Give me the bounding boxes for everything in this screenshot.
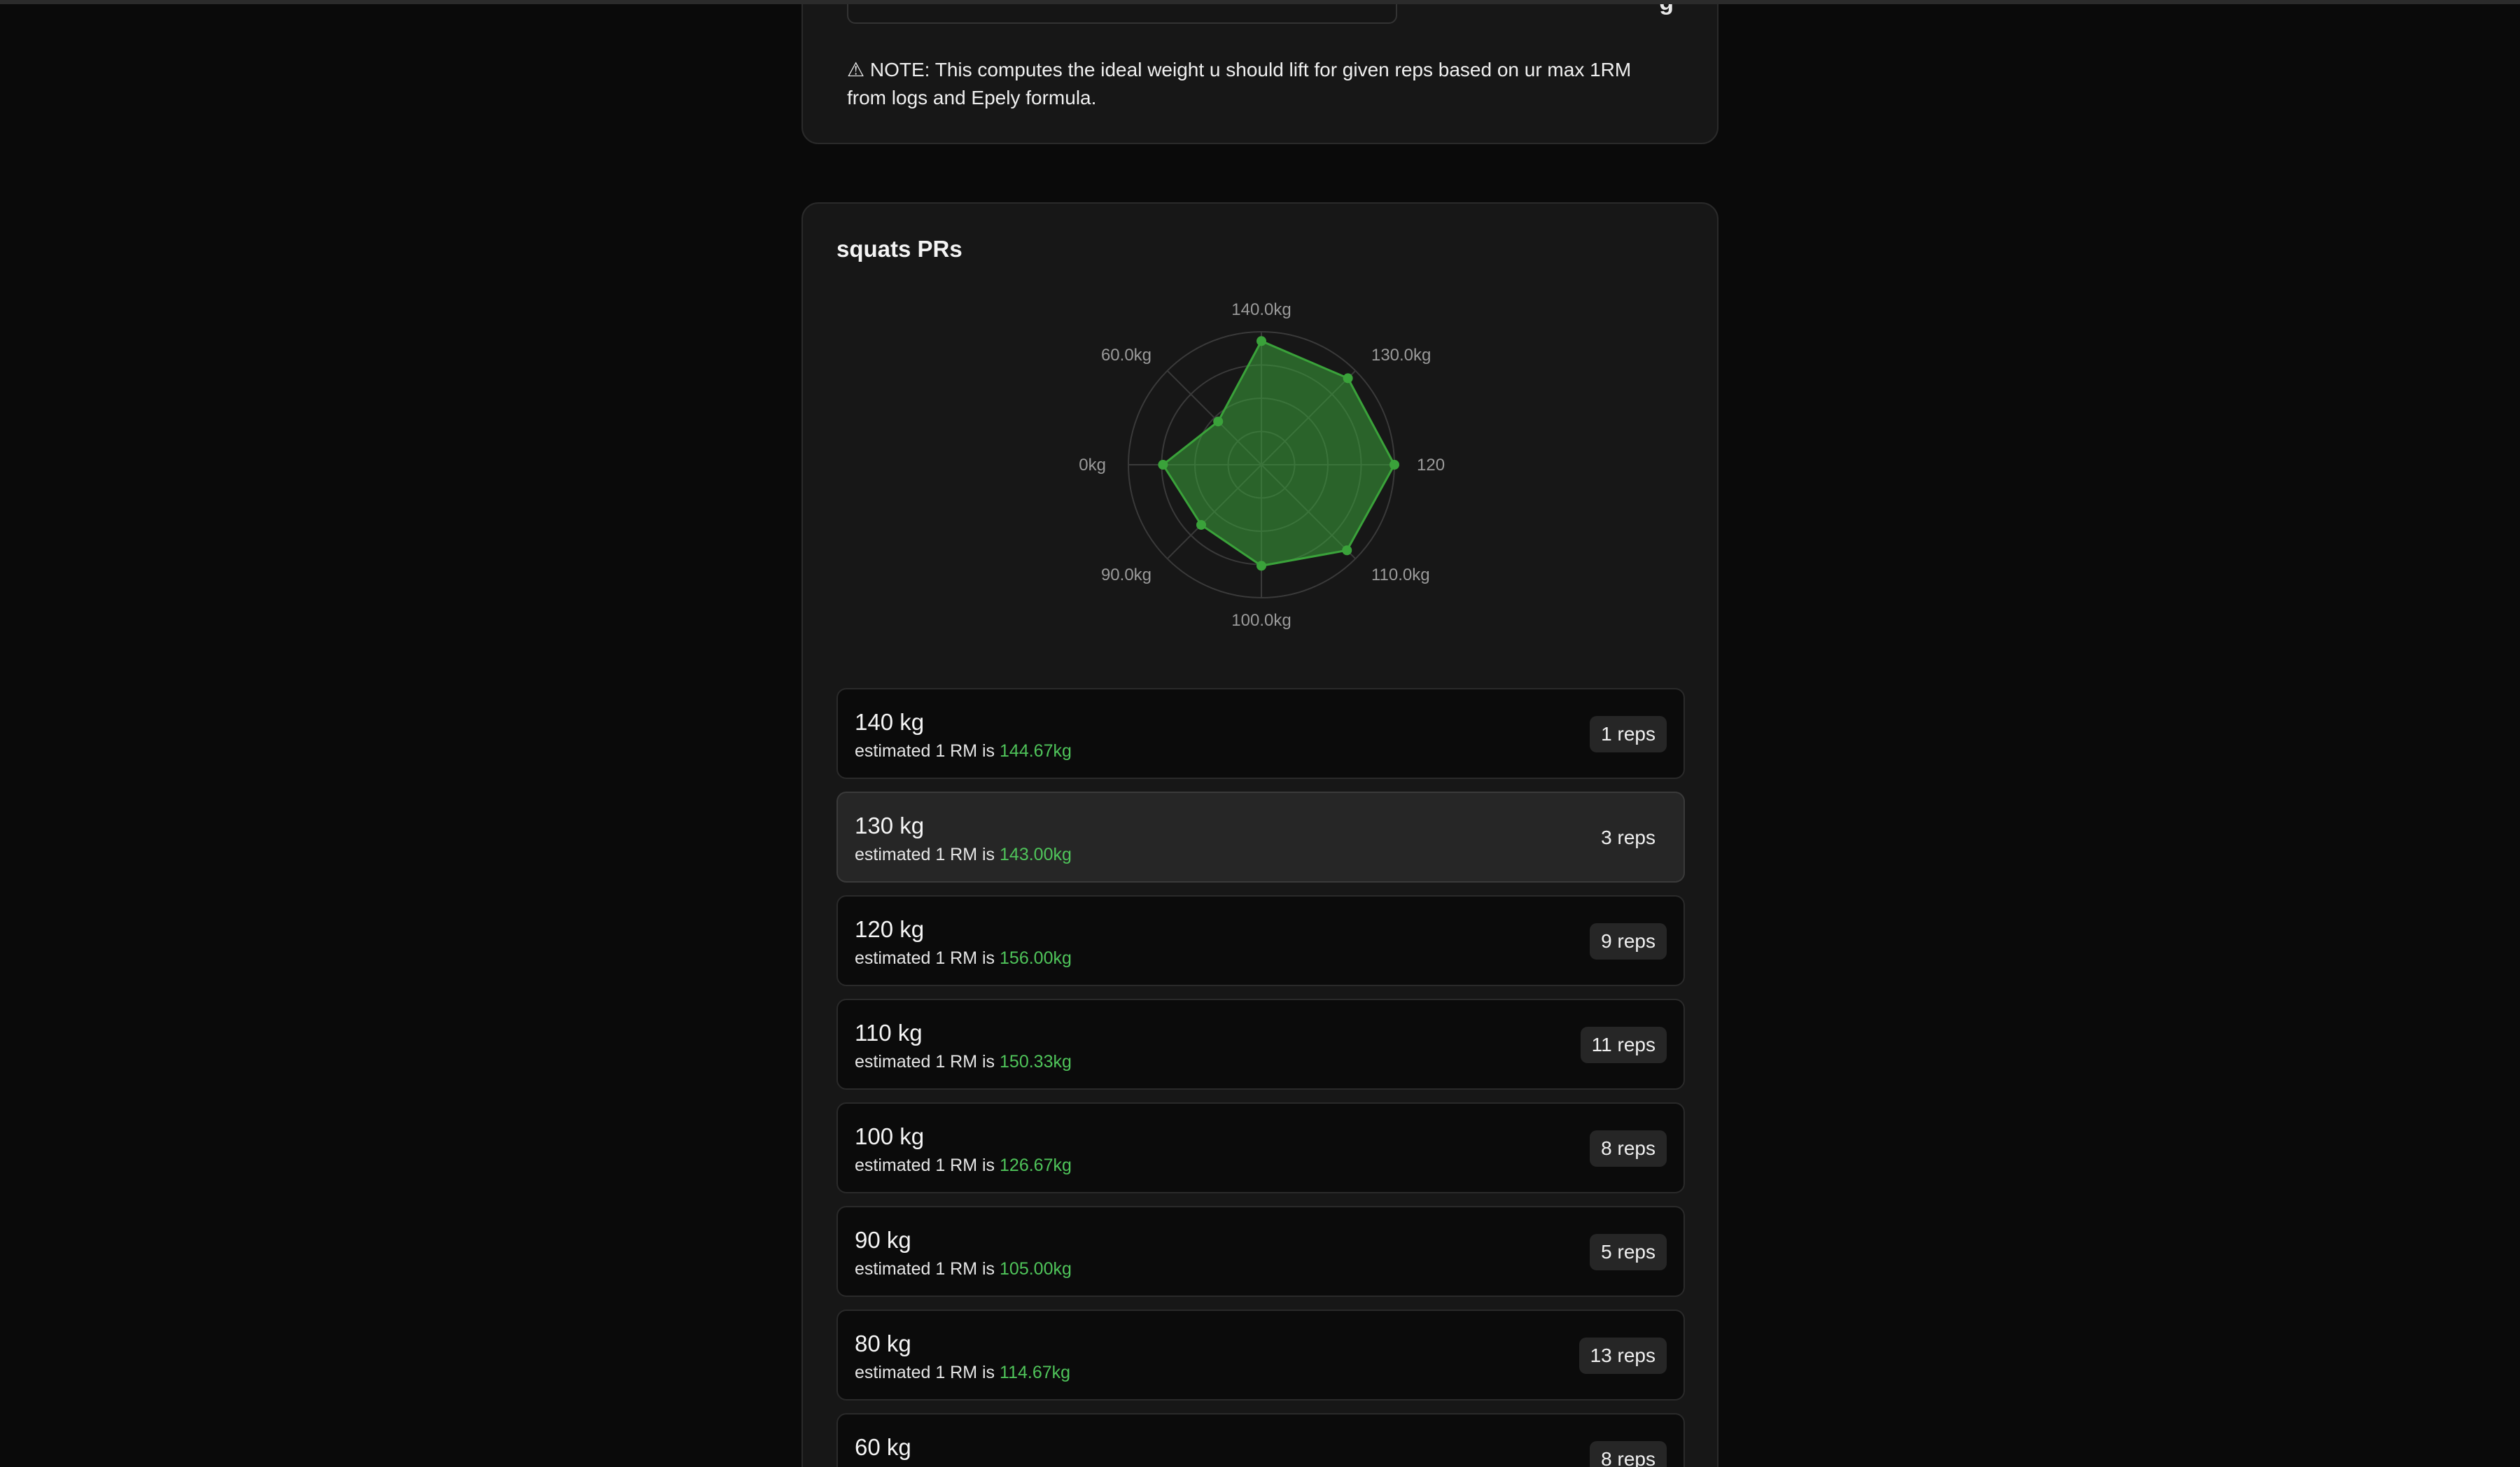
- pr-card: squats PRs 140.0kg 130.0kg 120 110.0kg 100.0…: [802, 202, 1718, 1467]
- pr-estimate: estimated 1 RM is 156.00kg: [855, 948, 1072, 969]
- radar-point[interactable]: [1213, 416, 1224, 427]
- pr-estimate-value: 150.33kg: [1000, 1052, 1072, 1072]
- radar-point[interactable]: [1196, 519, 1207, 530]
- pr-estimate: estimated 1 RM is 143.00kg: [855, 845, 1072, 865]
- radar-axis-label: 140.0kg: [1231, 302, 1291, 319]
- reps-badge: 3 reps: [1601, 827, 1656, 848]
- radar-axis-label: 120: [1417, 456, 1445, 475]
- radar-axis-label: 110.0kg: [1371, 566, 1430, 584]
- pr-radar-chart: 140.0kg 130.0kg 120 110.0kg 100.0kg 90.0kg 0kg…: [1079, 302, 1445, 630]
- pr-row[interactable]: 120 kg estimated 1 RM is 156.00kg 9 reps: [836, 895, 1685, 986]
- radar-point[interactable]: [1390, 460, 1399, 470]
- pr-row[interactable]: 110 kg estimated 1 RM is 150.33kg 11 reps: [836, 999, 1685, 1090]
- pr-row[interactable]: 60 kgestimated 1 RM is 8 reps: [836, 1413, 1685, 1467]
- pr-row[interactable]: 140 kg estimated 1 RM is 144.67kg 1 reps: [836, 688, 1685, 779]
- radar-point[interactable]: [1343, 373, 1353, 384]
- pr-estimate-label: estimated 1 RM is: [855, 1259, 1000, 1279]
- radar-point[interactable]: [1256, 561, 1266, 571]
- reps-input[interactable]: [847, 4, 1397, 24]
- pr-weight: 110 kg: [855, 1020, 923, 1046]
- pr-estimate-value: 126.67kg: [1000, 1156, 1072, 1175]
- pr-weight: 130 kg: [855, 813, 925, 838]
- reps-badge: 5 reps: [1590, 1234, 1667, 1270]
- pr-estimate: estimated 1 RM is 114.67kg: [855, 1363, 1070, 1383]
- reps-badge: 13 reps: [1578, 1338, 1667, 1374]
- pr-weight: 90 kg: [855, 1227, 911, 1253]
- radar-axis-label: 90.0kg: [1101, 566, 1152, 584]
- pr-estimate-label: estimated 1 RM is: [855, 845, 1000, 864]
- pr-row[interactable]: 100 kg estimated 1 RM is 126.67kg 8 reps: [836, 1102, 1685, 1193]
- pr-weight: 120 kg: [855, 916, 925, 942]
- pr-weight: 100 kg: [855, 1123, 925, 1149]
- calculator-note: ⚠ NOTE: This computes the ideal weight u…: [847, 59, 1632, 108]
- pr-estimate: estimated 1 RM is 144.67kg: [855, 741, 1072, 761]
- pr-estimate-label: estimated 1 RM is: [855, 1052, 1000, 1072]
- pr-estimate-label: estimated 1 RM is: [855, 741, 1000, 761]
- pr-row[interactable]: 130 kg estimated 1 RM is 143.00kg 3 reps: [836, 792, 1685, 883]
- result-value-cut: ·· ·g: [1628, 0, 1674, 15]
- pr-estimate-value: 114.67kg: [1000, 1363, 1071, 1382]
- pr-weight: 140 kg: [855, 709, 925, 735]
- pr-estimate-value: 143.00kg: [1000, 845, 1072, 864]
- pr-weight: 80 kg: [855, 1331, 911, 1356]
- reps-badge: 8 reps: [1590, 1441, 1667, 1467]
- radar-axis-label: 60.0kg: [1101, 346, 1152, 365]
- pr-estimate-label: estimated 1 RM is: [855, 1363, 1000, 1382]
- pr-estimate: estimated 1 RM is 150.33kg: [855, 1052, 1072, 1072]
- pr-estimate: estimated 1 RM is 105.00kg: [855, 1259, 1072, 1279]
- pr-estimate-value: 156.00kg: [1000, 948, 1072, 968]
- pr-weight: 60 kg: [855, 1434, 911, 1460]
- pr-row[interactable]: 80 kg estimated 1 RM is 114.67kg 13 reps: [836, 1310, 1685, 1401]
- pr-list: 140 kg estimated 1 RM is 144.67kg 1 reps 13…: [836, 688, 1685, 1467]
- radar-point[interactable]: [1342, 545, 1352, 556]
- pr-estimate-value: 105.00kg: [1000, 1259, 1072, 1279]
- radar-axis-label: 130.0kg: [1371, 346, 1431, 365]
- radar-axis-label: 100.0kg: [1231, 611, 1291, 630]
- reps-badge: 1 reps: [1590, 716, 1667, 752]
- reps-badge: 9 reps: [1590, 923, 1667, 960]
- pr-estimate-value: 144.67kg: [1000, 741, 1072, 761]
- pr-estimate: estimated 1 RM is 126.67kg: [855, 1156, 1072, 1176]
- calculator-card: ·· ·g ⚠ NOTE: This computes the ideal we…: [802, 0, 1718, 144]
- radar-axis-label: 0kg: [1079, 456, 1106, 475]
- radar-series: [1158, 336, 1399, 571]
- reps-badge: 8 reps: [1590, 1130, 1667, 1167]
- pr-estimate-label: estimated 1 RM is: [855, 948, 1000, 968]
- radar-point[interactable]: [1256, 336, 1266, 346]
- reps-badge: 11 reps: [1580, 1027, 1667, 1063]
- radar-point[interactable]: [1158, 460, 1168, 470]
- pr-card-title: squats PRs: [836, 236, 962, 262]
- app-viewport: ·· ·g ⚠ NOTE: This computes the ideal we…: [0, 0, 2520, 1467]
- pr-estimate-label: estimated 1 RM is: [855, 1156, 1000, 1175]
- pr-row[interactable]: 90 kg estimated 1 RM is 105.00kg 5 reps: [836, 1206, 1685, 1297]
